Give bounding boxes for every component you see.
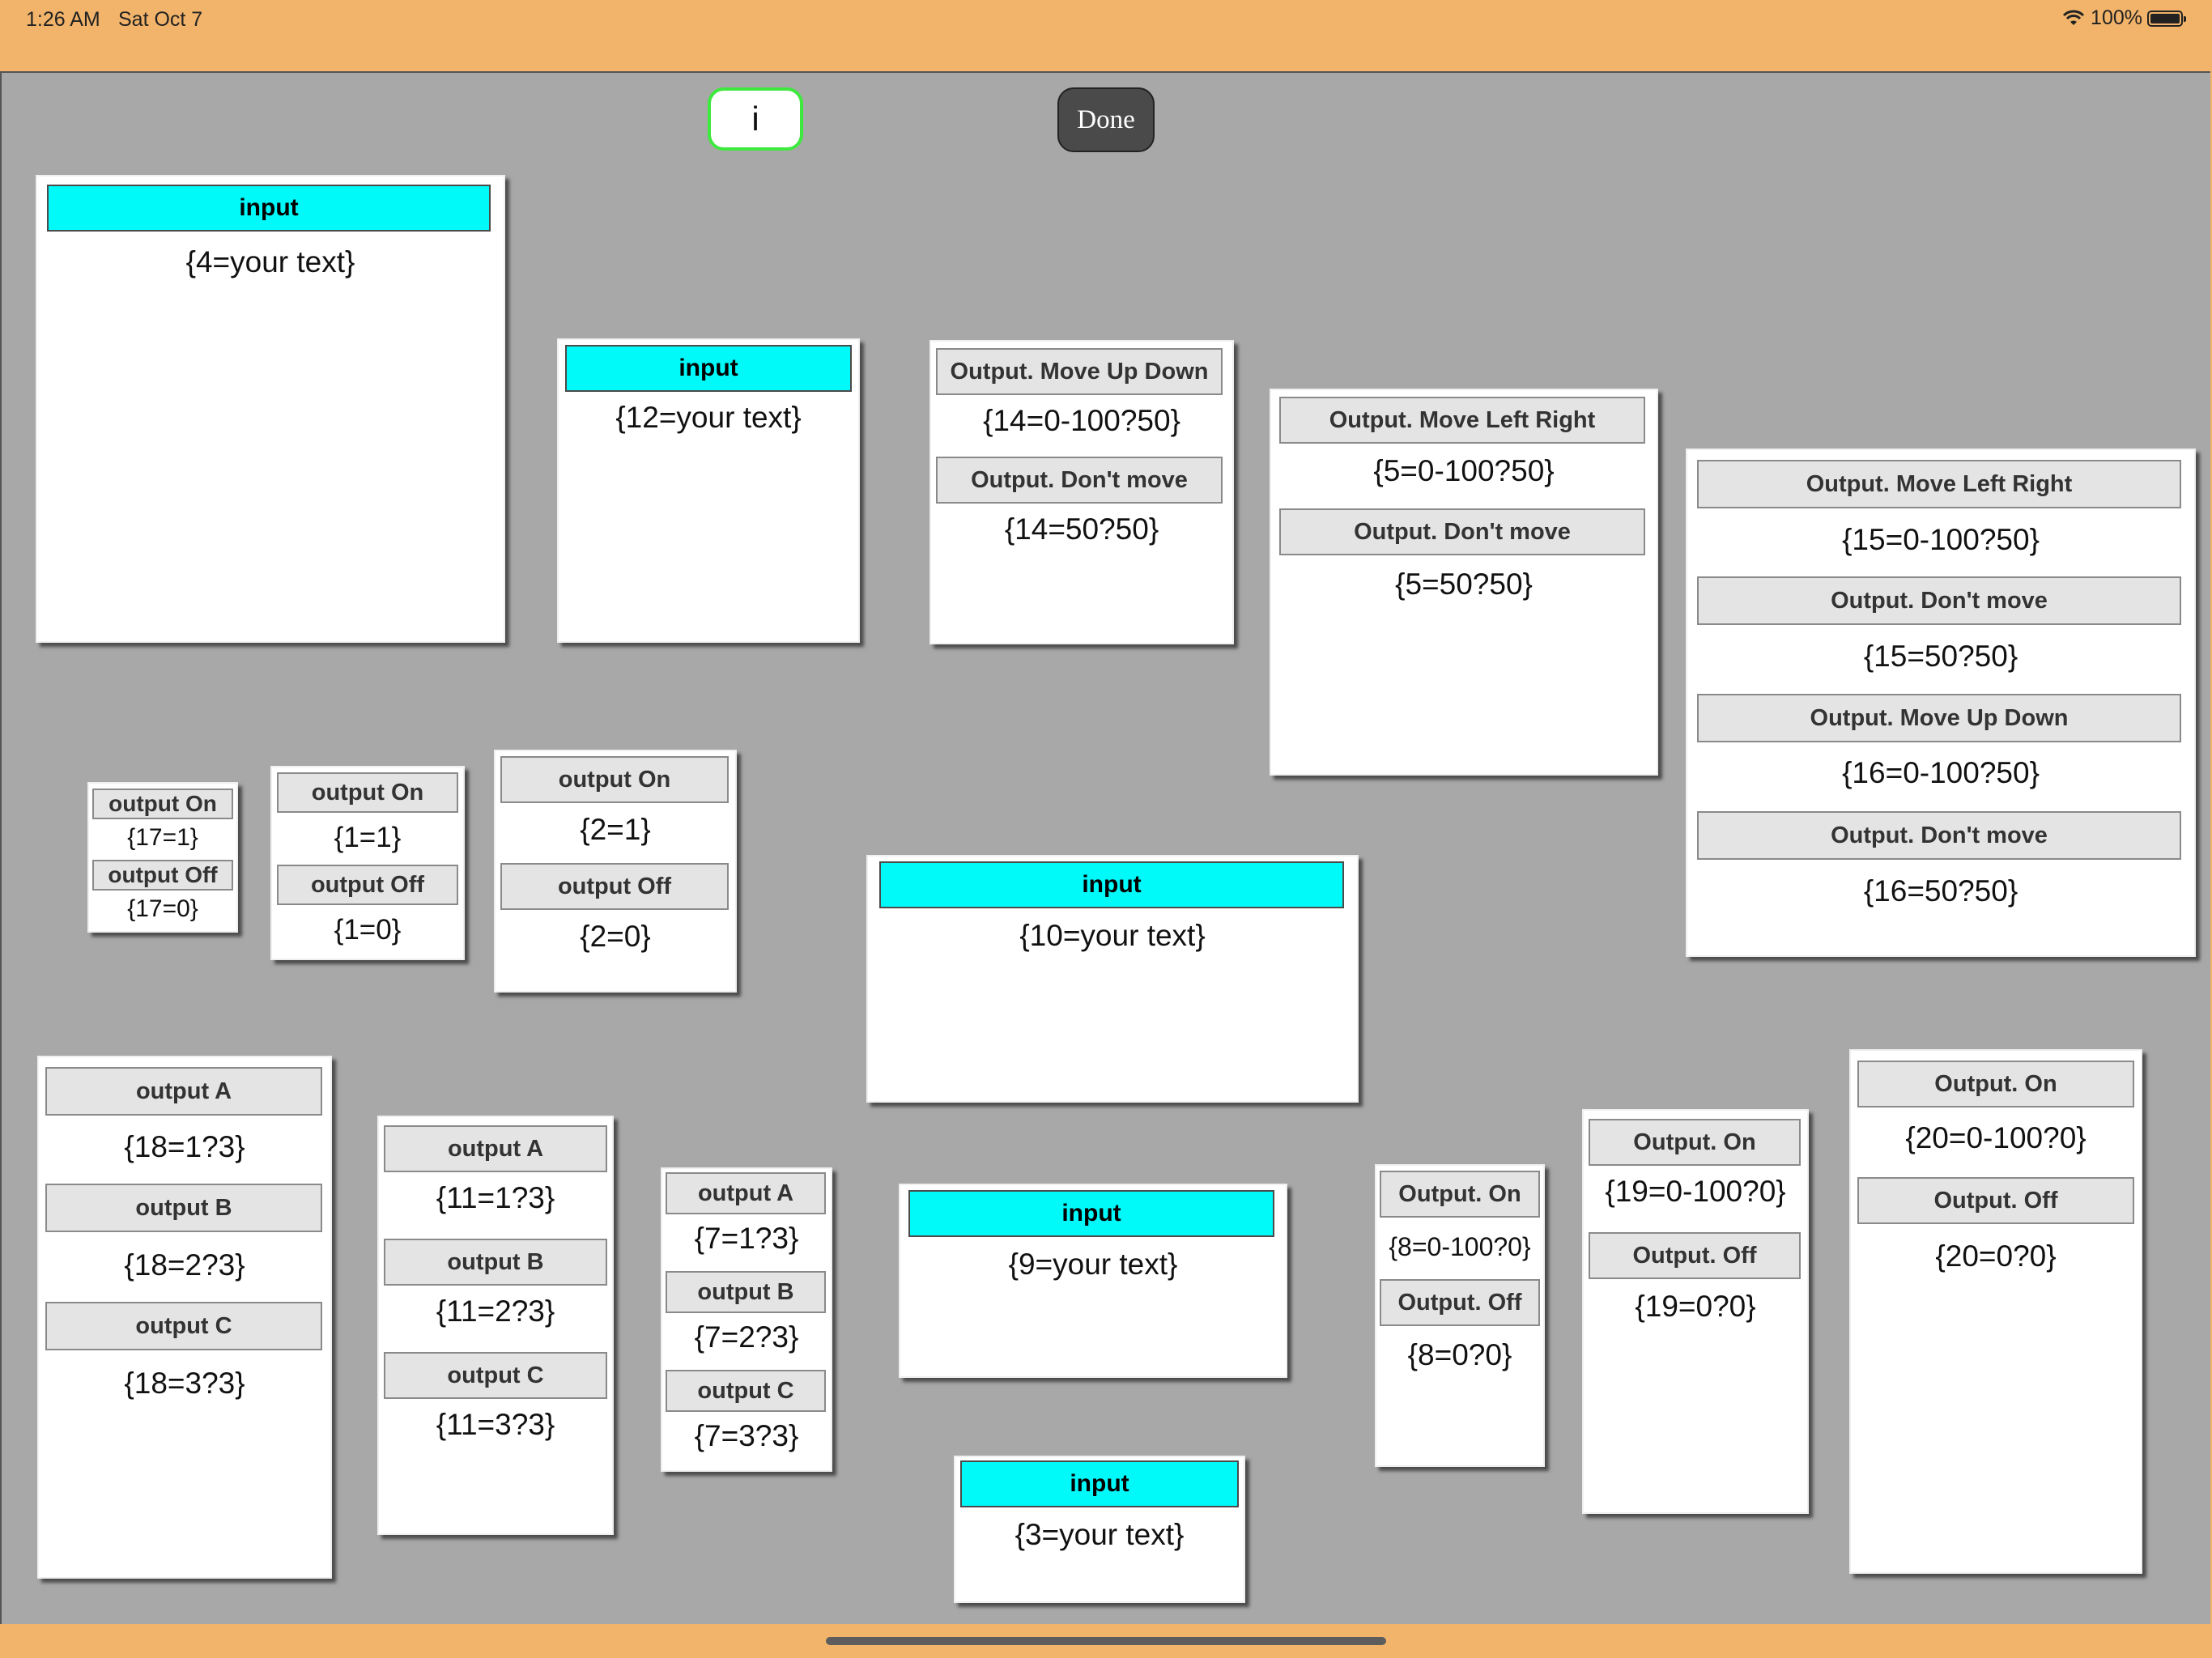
output-header[interactable]: output B: [45, 1184, 322, 1232]
output-header[interactable]: Output. Move Left Right: [1279, 397, 1645, 444]
input-header[interactable]: input: [47, 185, 491, 232]
output-header[interactable]: output On: [277, 772, 458, 813]
output-value: {16=50?50}: [1863, 874, 2018, 908]
output-value: {11=3?3}: [436, 1408, 555, 1441]
output-value: {1=0}: [334, 914, 402, 946]
output-value: {5=50?50}: [1395, 568, 1533, 601]
output-value: {2=1}: [580, 813, 651, 846]
wifi-icon: [2062, 10, 2085, 25]
output-header[interactable]: Output. Off: [1857, 1177, 2134, 1224]
output-value: {7=1?3}: [694, 1222, 799, 1255]
panel-17[interactable]: output On {17=1} output Off {17=0}: [87, 782, 238, 933]
output-value: {5=0-100?50}: [1373, 454, 1555, 487]
output-header[interactable]: Output. Don't move: [1697, 576, 2181, 625]
panel-3[interactable]: input {3=your text}: [954, 1456, 1245, 1603]
panel-8[interactable]: Output. On {8=0-100?0} Output. Off {8=0?…: [1375, 1164, 1545, 1467]
output-header[interactable]: Output. Don't move: [936, 457, 1223, 504]
panel-18[interactable]: output A {18=1?3} output B {18=2?3} outp…: [37, 1056, 332, 1579]
panel-11[interactable]: output A {11=1?3} output B {11=2?3} outp…: [377, 1116, 614, 1535]
output-header[interactable]: Output. Don't move: [1697, 811, 2181, 860]
output-value: {18=2?3}: [124, 1248, 245, 1282]
input-field[interactable]: {4=your text}: [37, 240, 504, 285]
output-value: {20=0?0}: [1935, 1239, 2057, 1273]
output-header[interactable]: output A: [45, 1067, 322, 1116]
output-value: {7=2?3}: [694, 1320, 799, 1354]
output-header[interactable]: output Off: [277, 865, 458, 905]
panel-5[interactable]: Output. Move Left Right {5=0-100?50} Out…: [1270, 389, 1658, 776]
output-header[interactable]: output B: [384, 1239, 607, 1286]
panel-2[interactable]: output On {2=1} output Off {2=0}: [494, 750, 737, 993]
panel-1[interactable]: output On {1=1} output Off {1=0}: [270, 766, 465, 960]
output-value: {8=0?0}: [1407, 1338, 1512, 1371]
output-header[interactable]: output A: [666, 1172, 826, 1214]
output-header[interactable]: Output. Don't move: [1279, 508, 1645, 555]
output-header[interactable]: output On: [92, 789, 233, 819]
panel-20[interactable]: Output. On {20=0-100?0} Output. Off {20=…: [1849, 1049, 2142, 1574]
input-field[interactable]: {12=your text}: [559, 395, 858, 440]
output-header[interactable]: Output. Off: [1589, 1232, 1801, 1279]
output-value: {1=1}: [334, 822, 402, 853]
output-value: {19=0-100?0}: [1605, 1175, 1786, 1208]
output-header[interactable]: output C: [384, 1352, 607, 1399]
input-header[interactable]: input: [565, 345, 852, 392]
output-header[interactable]: output On: [500, 756, 729, 803]
output-value: {16=0-100?50}: [1842, 756, 2040, 789]
output-value: {7=3?3}: [694, 1419, 799, 1452]
panel-12[interactable]: input {12=your text}: [557, 338, 860, 643]
output-value: {18=3?3}: [124, 1367, 245, 1400]
output-value: {15=50?50}: [1863, 640, 2018, 673]
done-button[interactable]: Done: [1057, 87, 1155, 152]
input-header[interactable]: input: [908, 1190, 1274, 1237]
output-header[interactable]: Output. Off: [1380, 1279, 1540, 1326]
panel-9[interactable]: input {9=your text}: [899, 1184, 1287, 1378]
status-date: Sat Oct 7: [118, 8, 203, 31]
panel-7[interactable]: output A {7=1?3} output B {7=2?3} output…: [661, 1167, 832, 1472]
output-value: {18=1?3}: [124, 1130, 245, 1163]
home-indicator[interactable]: [826, 1637, 1386, 1645]
output-header[interactable]: output Off: [92, 860, 233, 891]
output-value: {11=1?3}: [436, 1181, 555, 1214]
battery-percent: 100%: [2091, 6, 2142, 29]
status-right: 100%: [2061, 6, 2186, 30]
status-time: 1:26 AM: [26, 8, 100, 31]
panel-19[interactable]: Output. On {19=0-100?0} Output. Off {19=…: [1582, 1109, 1809, 1514]
output-value: {2=0}: [580, 920, 651, 953]
output-value: {14=50?50}: [1004, 512, 1159, 546]
output-value: {20=0-100?0}: [1905, 1121, 2087, 1154]
output-header[interactable]: Output. Move Left Right: [1697, 460, 2181, 508]
battery-icon: [2147, 10, 2186, 27]
output-header[interactable]: output C: [666, 1370, 826, 1412]
input-header[interactable]: input: [879, 861, 1344, 908]
panel-14[interactable]: Output. Move Up Down {14=0-100?50} Outpu…: [929, 340, 1234, 644]
panel-10[interactable]: input {10=your text}: [866, 855, 1359, 1103]
output-header[interactable]: Output. Move Up Down: [1697, 694, 2181, 742]
output-header[interactable]: Output. On: [1589, 1119, 1801, 1166]
output-value: {8=0-100?0}: [1389, 1231, 1531, 1261]
input-field[interactable]: {9=your text}: [900, 1242, 1286, 1287]
output-header[interactable]: output C: [45, 1302, 322, 1350]
output-value: {15=0-100?50}: [1842, 523, 2040, 556]
output-header[interactable]: output A: [384, 1125, 607, 1172]
output-header[interactable]: Output. On: [1857, 1061, 2134, 1107]
output-value: {11=2?3}: [436, 1295, 555, 1328]
output-header[interactable]: output B: [666, 1271, 826, 1313]
input-header[interactable]: input: [960, 1460, 1239, 1507]
panel-4[interactable]: input {4=your text}: [36, 175, 505, 643]
output-value: {17=1}: [127, 824, 198, 851]
input-field[interactable]: {10=your text}: [868, 913, 1357, 959]
panel-15[interactable]: Output. Move Left Right {15=0-100?50} Ou…: [1686, 449, 2196, 957]
output-value: {14=0-100?50}: [983, 404, 1180, 437]
info-button[interactable]: i: [708, 87, 803, 151]
status-bar: 1:26 AM Sat Oct 7 100%: [0, 0, 2212, 71]
input-field[interactable]: {3=your text}: [955, 1512, 1244, 1558]
output-header[interactable]: Output. Move Up Down: [936, 348, 1223, 395]
output-value: {17=0}: [127, 895, 198, 922]
output-header[interactable]: output Off: [500, 863, 729, 910]
output-value: {19=0?0}: [1635, 1290, 1756, 1323]
output-header[interactable]: Output. On: [1380, 1171, 1540, 1218]
